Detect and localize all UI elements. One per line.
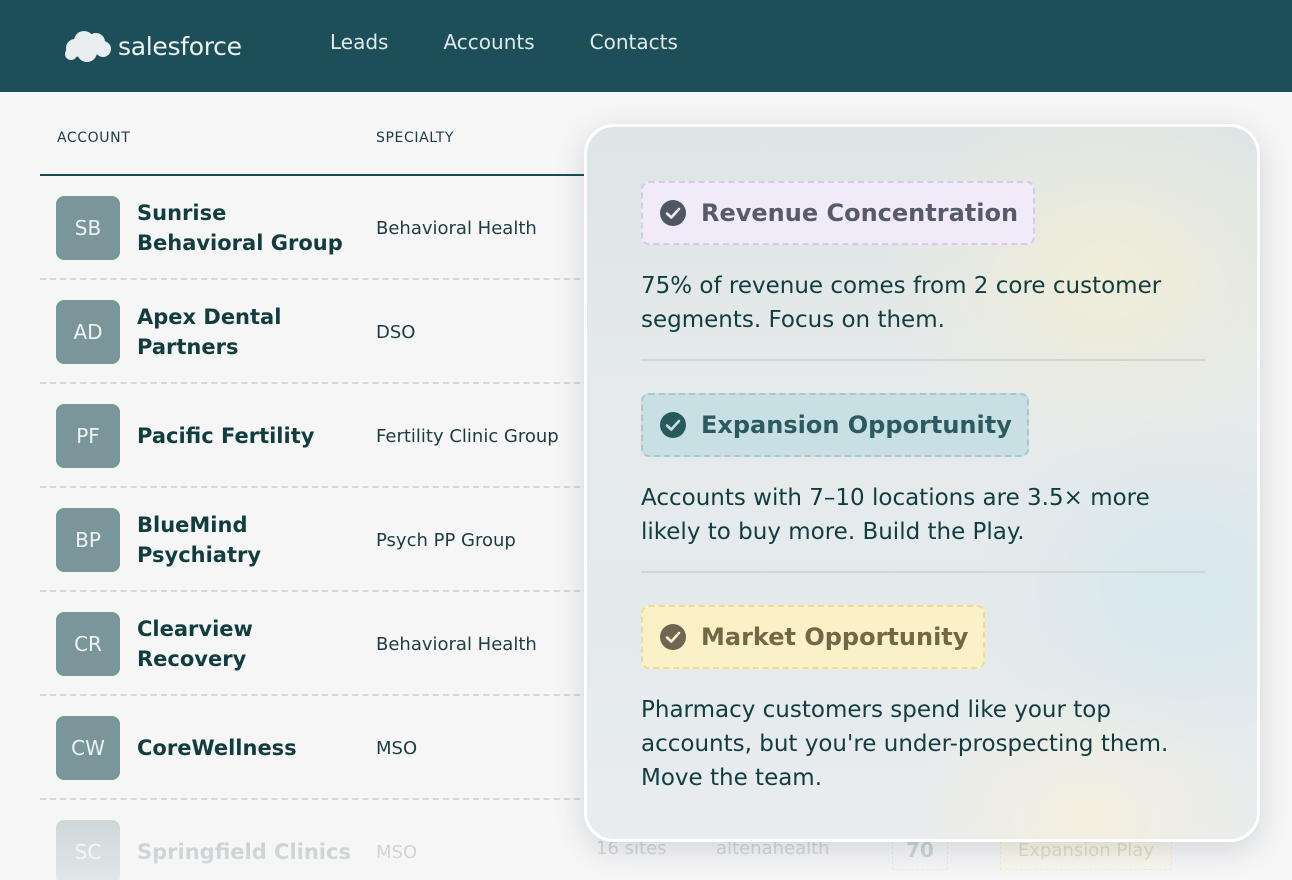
specialty-cell: Fertility Clinic Group (376, 425, 559, 447)
account-name[interactable]: Springfield Clinics (137, 800, 357, 880)
nav-contacts[interactable]: Contacts (590, 30, 678, 54)
account-name[interactable]: BlueMind Psychiatry (137, 488, 357, 592)
nav-accounts[interactable]: Accounts (443, 30, 534, 54)
insight-tag[interactable]: Revenue Concentration (641, 181, 1036, 245)
check-circle-icon (660, 412, 686, 438)
account-name[interactable]: Sunrise Behavioral Group (137, 176, 357, 280)
insight-tag[interactable]: Market Opportunity (641, 605, 986, 669)
nav-leads[interactable]: Leads (330, 30, 388, 54)
salesforce-logo[interactable]: salesforce (62, 26, 242, 66)
insight-tag[interactable]: Expansion Opportunity (641, 393, 1029, 457)
table-row[interactable]: CW CoreWellness MSO (40, 696, 600, 800)
insight-tag-label: Revenue Concentration (701, 199, 1019, 227)
avatar: SB (56, 196, 120, 260)
specialty-cell: DSO (376, 321, 416, 343)
top-nav-bar: salesforce Leads Accounts Contacts (0, 0, 1292, 92)
table-row[interactable]: SB Sunrise Behavioral Group Behavioral H… (40, 176, 600, 280)
divider (641, 571, 1205, 573)
insight-tag-label: Market Opportunity (701, 623, 969, 651)
table-row[interactable]: BP BlueMind Psychiatry Psych PP Group (40, 488, 600, 592)
account-name[interactable]: CoreWellness (137, 696, 357, 800)
avatar: AD (56, 300, 120, 364)
insight-text: Accounts with 7–10 locations are 3.5× mo… (641, 485, 1150, 545)
account-name[interactable]: Clearview Recovery (137, 592, 357, 696)
accounts-table: ACCOUNT SPECIALTY SB Sunrise Behavioral … (40, 92, 600, 880)
specialty-cell: MSO (376, 737, 418, 759)
divider (641, 359, 1205, 361)
account-name[interactable]: Apex Dental Partners (137, 280, 357, 384)
table-row[interactable]: PF Pacific Fertility Fertility Clinic Gr… (40, 384, 600, 488)
insights-panel: Revenue Concentration 75% of revenue com… (584, 124, 1260, 842)
table-header: ACCOUNT SPECIALTY (40, 92, 600, 176)
insight-text: Pharmacy customers spend like your top a… (641, 697, 1169, 791)
specialty-cell: Psych PP Group (376, 529, 516, 551)
check-circle-icon (660, 200, 686, 226)
column-header-specialty[interactable]: SPECIALTY (376, 130, 454, 146)
insight-tag-label: Expansion Opportunity (701, 411, 1012, 439)
avatar: CW (56, 716, 120, 780)
check-circle-icon (660, 624, 686, 650)
main-nav: Leads Accounts Contacts (330, 30, 678, 54)
column-header-account[interactable]: ACCOUNT (57, 130, 130, 146)
avatar: PF (56, 404, 120, 468)
specialty-cell: Behavioral Health (376, 633, 537, 655)
account-name[interactable]: Pacific Fertility (137, 384, 357, 488)
insight-revenue-concentration: Revenue Concentration 75% of revenue com… (641, 181, 1211, 337)
table-row[interactable]: CR Clearview Recovery Behavioral Health (40, 592, 600, 696)
avatar: BP (56, 508, 120, 572)
cloud-logo-icon (65, 31, 111, 62)
brand-name: salesforce (118, 31, 242, 61)
specialty-cell: Behavioral Health (376, 217, 537, 239)
table-row[interactable]: SC Springfield Clinics MSO (40, 800, 600, 880)
insight-market-opportunity: Market Opportunity Pharmacy customers sp… (641, 605, 1211, 795)
insight-text: 75% of revenue comes from 2 core custome… (641, 273, 1162, 333)
insight-expansion-opportunity: Expansion Opportunity Accounts with 7–10… (641, 393, 1211, 549)
specialty-cell: MSO (376, 841, 418, 863)
avatar: CR (56, 612, 120, 676)
avatar: SC (56, 820, 120, 880)
table-row[interactable]: AD Apex Dental Partners DSO (40, 280, 600, 384)
